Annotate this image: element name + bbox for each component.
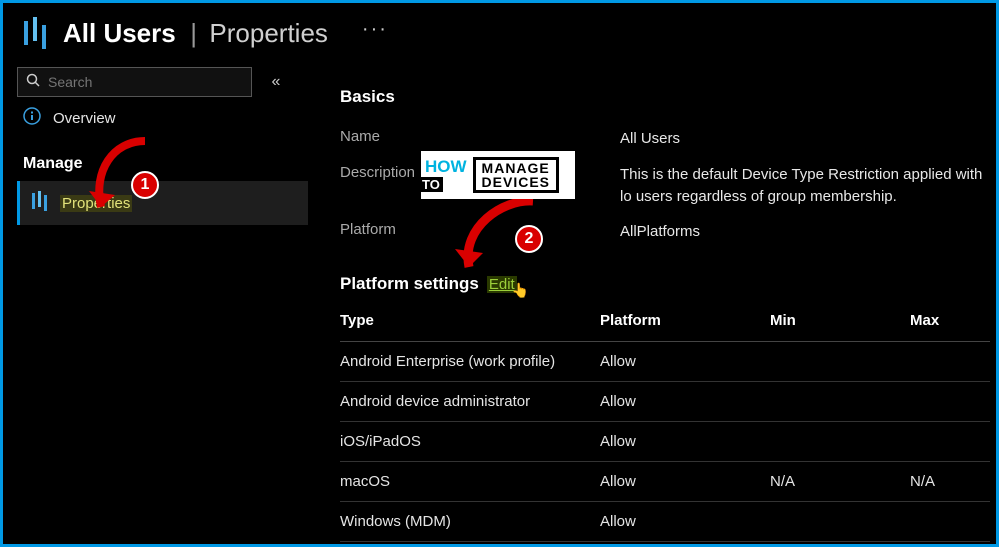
wm-devices: DEVICES xyxy=(482,175,550,189)
cell-platform: Allow xyxy=(600,382,770,422)
cell-platform: Allow xyxy=(600,342,770,382)
col-platform: Platform xyxy=(600,300,770,342)
table-row: Android device administratorAllow xyxy=(340,382,990,422)
platform-settings-table: Type Platform Min Max Android Enterprise… xyxy=(340,300,990,542)
cell-min xyxy=(770,342,910,382)
cell-type: iOS/iPadOS xyxy=(340,422,600,462)
annotation-badge-1: 1 xyxy=(131,171,159,199)
table-row: Windows (MDM)Allow xyxy=(340,502,990,542)
cell-platform: Allow xyxy=(600,422,770,462)
field-label: Name xyxy=(340,128,620,150)
wm-manage: MANAGE xyxy=(482,161,550,175)
table-row: macOSAllowN/AN/A xyxy=(340,462,990,502)
cell-min xyxy=(770,382,910,422)
main-content: Basics Name All Users Description This i… xyxy=(308,59,996,542)
properties-icon xyxy=(30,191,48,215)
entity-name: All Users xyxy=(63,18,176,48)
cell-type: Windows (MDM) xyxy=(340,502,600,542)
cell-min xyxy=(770,502,910,542)
title-divider: | xyxy=(190,18,197,48)
cell-min xyxy=(770,422,910,462)
section-name: Properties xyxy=(209,18,328,48)
cell-type: macOS xyxy=(340,462,600,502)
cell-platform: Allow xyxy=(600,462,770,502)
search-icon xyxy=(26,73,40,92)
cell-max xyxy=(910,342,990,382)
page-header: All Users | Properties ··· xyxy=(3,3,996,59)
cell-platform: Allow xyxy=(600,502,770,542)
col-type: Type xyxy=(340,300,600,342)
field-value: All Users xyxy=(620,128,990,150)
watermark-logo: HOW TO MANAGE DEVICES xyxy=(421,151,575,199)
page-title: All Users | Properties xyxy=(63,18,328,49)
cell-max xyxy=(910,382,990,422)
table-row: iOS/iPadOSAllow xyxy=(340,422,990,462)
field-value: This is the default Device Type Restrict… xyxy=(620,164,990,208)
search-input-wrap[interactable] xyxy=(17,67,252,97)
restrictions-icon xyxy=(21,17,49,49)
field-value: AllPlatforms xyxy=(620,221,990,243)
cell-type: Android Enterprise (work profile) xyxy=(340,342,600,382)
annotation-badge-2: 2 xyxy=(515,225,543,253)
cell-type: Android device administrator xyxy=(340,382,600,422)
wm-how: HOW xyxy=(421,158,469,176)
cell-max: N/A xyxy=(910,462,990,502)
col-min: Min xyxy=(770,300,910,342)
cell-min: N/A xyxy=(770,462,910,502)
cell-max xyxy=(910,502,990,542)
wm-to: TO xyxy=(419,177,443,192)
collapse-sidebar-button[interactable]: « xyxy=(262,73,290,91)
more-menu-button[interactable]: ··· xyxy=(362,18,388,41)
sidebar-item-label: Overview xyxy=(53,110,116,127)
col-max: Max xyxy=(910,300,990,342)
annotation-arrow-1 xyxy=(83,131,173,231)
table-row: Android Enterprise (work profile)Allow xyxy=(340,342,990,382)
basics-heading: Basics xyxy=(340,87,990,107)
search-input[interactable] xyxy=(48,74,243,90)
cell-max xyxy=(910,422,990,462)
info-icon xyxy=(23,107,41,129)
field-platform: Platform AllPlatforms xyxy=(340,214,990,250)
